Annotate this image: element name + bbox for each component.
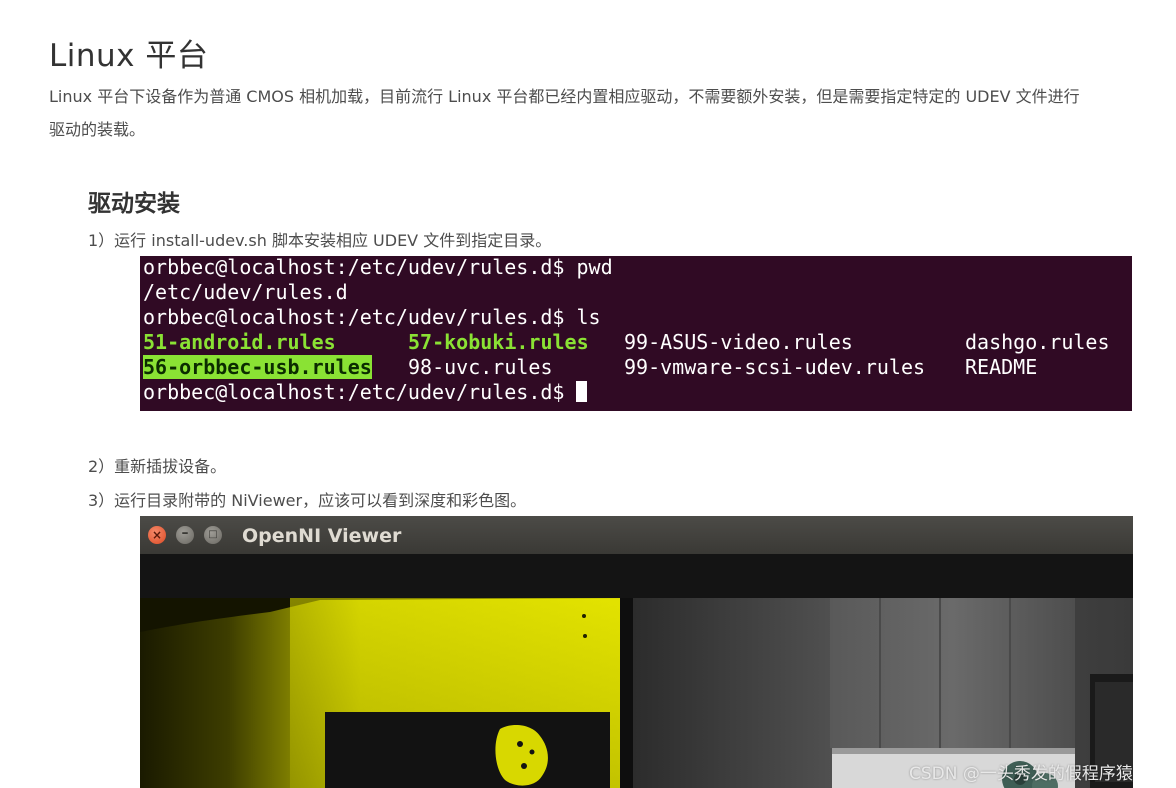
file-readme: README [965,355,1038,379]
terminal-output: /etc/udev/rules.d [143,280,348,304]
terminal-line-6: orbbec@localhost:/etc/udev/rules.d$ [143,380,588,405]
terminal-line-3: orbbec@localhost:/etc/udev/rules.d$ ls [143,305,601,330]
file-57-kobuki-rules: 57-kobuki.rules [408,330,589,354]
file-98-uvc-rules: 98-uvc.rules [408,355,553,379]
file-99-vmware-scsi-udev-rules: 99-vmware-scsi-udev.rules [624,355,926,379]
terminal-command: ls [576,305,601,329]
page-title: Linux 平台 [49,38,209,74]
step-3-text: 3）运行目录附带的 NiViewer，应该可以看到深度和彩色图。 [88,491,527,510]
window-close-icon: × [148,526,166,544]
depth-image [140,598,633,788]
viewer-image-area [140,598,1133,788]
section-title-driver-install: 驱动安装 [88,191,180,217]
intro-line-2: 驱动的装载。 [49,120,146,139]
openni-viewer-screenshot: × – □ OpenNI Viewer [140,516,1133,788]
terminal-screenshot: orbbec@localhost:/etc/udev/rules.d$ pwd … [140,256,1132,411]
step-1-text: 1）运行 install-udev.sh 脚本安装相应 UDEV 文件到指定目录… [88,231,552,250]
csdn-watermark: CSDN @一头秀发的假程序猿 [909,764,1133,784]
terminal-line-1: orbbec@localhost:/etc/udev/rules.d$ pwd [143,256,613,280]
window-maximize-icon: □ [204,526,222,544]
terminal-command: pwd [576,256,613,279]
terminal-prompt: orbbec@localhost:/etc/udev/rules.d$ [143,256,577,279]
file-56-orbbec-usb-rules-label: 56-orbbec-usb.rules [143,355,372,379]
file-51-android-rules: 51-android.rules [143,330,336,354]
terminal-prompt: orbbec@localhost:/etc/udev/rules.d$ [143,380,577,404]
viewer-window-title: OpenNI Viewer [242,525,402,547]
window-minimize-icon: – [176,526,194,544]
intro-line-1: Linux 平台下设备作为普通 CMOS 相机加载，目前流行 Linux 平台都… [49,87,1080,106]
intro-paragraph: Linux 平台下设备作为普通 CMOS 相机加载，目前流行 Linux 平台都… [49,80,1174,146]
file-56-orbbec-usb-rules: 56-orbbec-usb.rules [143,355,372,380]
terminal-prompt: orbbec@localhost:/etc/udev/rules.d$ [143,305,577,329]
step-2-text: 2）重新插拔设备。 [88,457,227,476]
file-dashgo-rules: dashgo.rules [965,330,1110,354]
terminal-cursor [576,381,588,402]
file-99-asus-video-rules: 99-ASUS-video.rules [624,330,853,354]
viewer-titlebar: × – □ OpenNI Viewer [140,516,1133,554]
